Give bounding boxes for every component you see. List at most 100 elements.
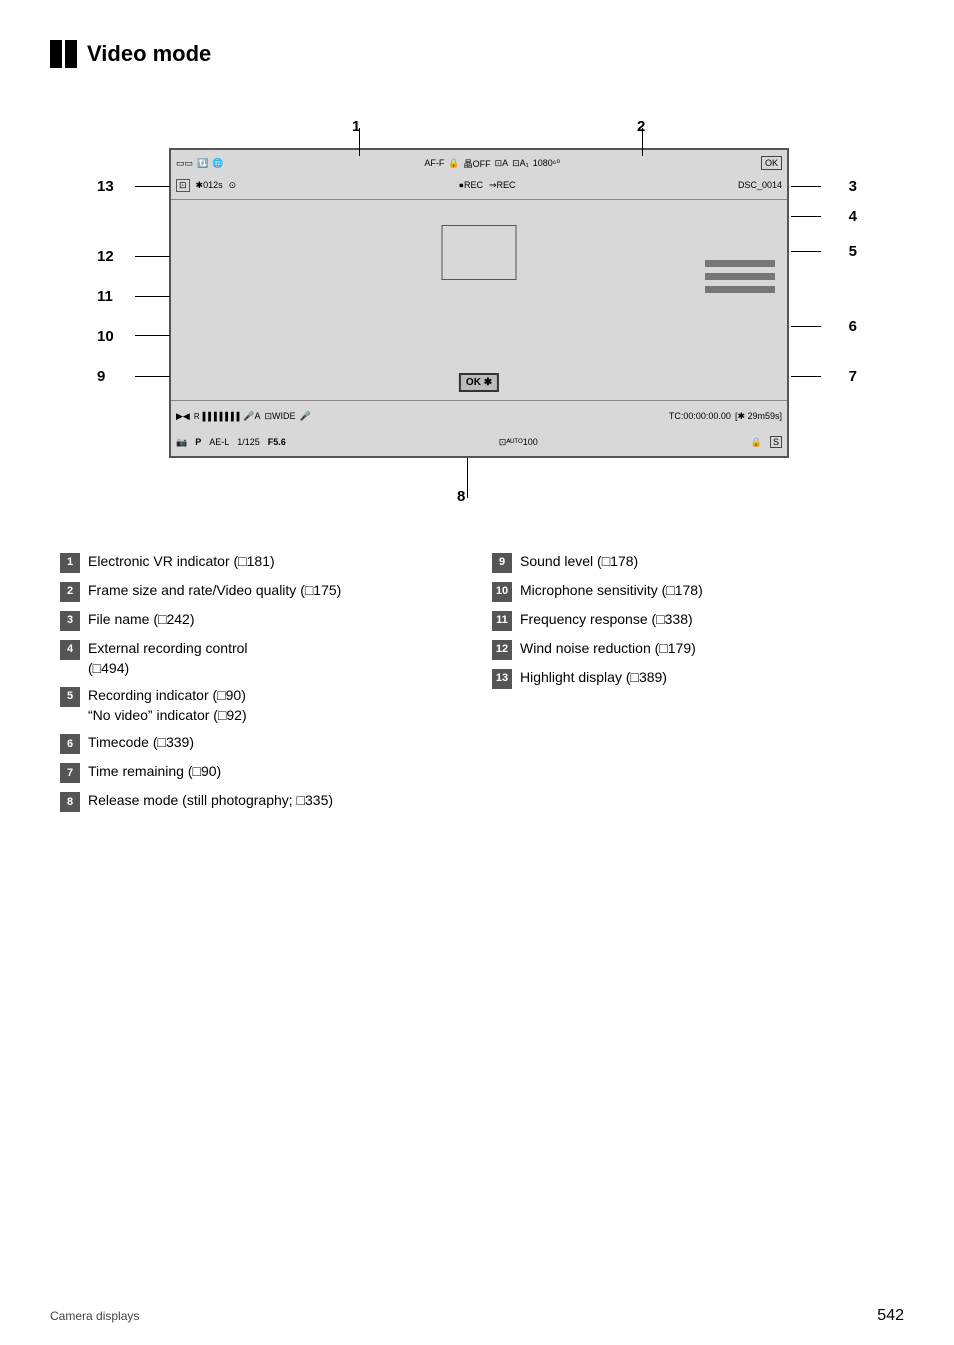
legend-item-4: 4 External recording control(□494) <box>60 635 462 682</box>
legend-item-3: 3 File name (□242) <box>60 606 462 635</box>
diag-num-4: 4 <box>849 208 857 225</box>
vf-bot-row2: 📷 P AE-L 1/125 F5.6 ⊡ᴬᵁᵀᴼ100 🔒 S <box>176 429 782 455</box>
conn-11 <box>135 296 170 297</box>
vf-top-bar: ▭▭ 🔃 🌐 AF-F 🔒 晶OFF ⊡A ⊡A₁ 1080⁶⁰ OK ⊡ ✱0… <box>171 150 787 200</box>
conn-7 <box>791 376 821 377</box>
vf-mode2: ⊡A <box>495 158 509 169</box>
legend-left-col: 1 Electronic VR indicator (□181) 2 Frame… <box>60 548 462 816</box>
vf-card: S <box>770 436 782 448</box>
legend-text-3: File name (□242) <box>88 610 195 630</box>
legend-num-13: 13 <box>492 669 512 689</box>
legend-item-12: 12 Wind noise reduction (□179) <box>492 635 894 664</box>
title-icon <box>50 40 77 68</box>
diag-num-10: 10 <box>97 328 114 345</box>
page: Video mode ▭▭ 🔃 🌐 AF-F 🔒 晶OFF ⊡A ⊡A₁ 108… <box>0 0 954 856</box>
diag-num-5: 5 <box>849 243 857 260</box>
level-bar-3 <box>705 286 775 293</box>
legend-right-col: 9 Sound level (□178) 10 Microphone sensi… <box>492 548 894 816</box>
vf-aperture: F5.6 <box>268 437 286 447</box>
footer-label: Camera displays <box>50 1309 139 1323</box>
legend-text-4: External recording control(□494) <box>88 639 248 678</box>
legend-text-10: Microphone sensitivity (□178) <box>520 581 703 601</box>
vf-pmode: P <box>195 437 201 447</box>
diag-num-8: 8 <box>457 488 465 505</box>
legend: 1 Electronic VR indicator (□181) 2 Frame… <box>50 548 904 816</box>
diag-num-3: 3 <box>849 178 857 195</box>
legend-num-10: 10 <box>492 582 512 602</box>
vf-timecode: TC:00:00:00.00 <box>669 411 731 421</box>
conn-1-vv <box>359 128 360 150</box>
conn-12 <box>135 256 170 257</box>
legend-num-4: 4 <box>60 640 80 660</box>
vf-afmode: AF-F <box>424 158 444 168</box>
vf-battery: ▭▭ <box>176 158 193 169</box>
legend-text-2: Frame size and rate/Video quality (□175) <box>88 581 341 601</box>
legend-item-6: 6 Timecode (□339) <box>60 729 462 758</box>
vf-filename: DSC_0014 <box>738 180 782 190</box>
legend-text-1: Electronic VR indicator (□181) <box>88 552 275 572</box>
vf-relmode: 🔒 <box>751 437 762 448</box>
legend-num-11: 11 <box>492 611 512 631</box>
vf-remaining: [✱ 29m59s] <box>735 411 782 422</box>
conn-13 <box>135 186 170 187</box>
focus-rect <box>442 225 517 280</box>
vf-center: OK ✱ <box>171 200 787 400</box>
vf-mic: 🎤A <box>243 411 260 422</box>
legend-num-7: 7 <box>60 763 80 783</box>
footer: Camera displays 542 <box>0 1307 954 1325</box>
legend-num-12: 12 <box>492 640 512 660</box>
conn-5 <box>791 251 821 252</box>
diag-num-11: 11 <box>97 288 113 305</box>
conn-6 <box>791 326 821 327</box>
legend-text-9: Sound level (□178) <box>520 552 638 572</box>
conn-4 <box>791 216 821 217</box>
vf-res: 1080⁶⁰ <box>533 158 560 169</box>
page-title: Video mode <box>87 41 211 67</box>
level-bar-1 <box>705 260 775 267</box>
legend-item-9: 9 Sound level (□178) <box>492 548 894 577</box>
vf-timer: ✱012s <box>196 180 223 191</box>
conn-3 <box>791 186 821 187</box>
legend-item-1: 1 Electronic VR indicator (□181) <box>60 548 462 577</box>
legend-text-5: Recording indicator (□90)“No video” indi… <box>88 686 247 725</box>
legend-text-7: Time remaining (□90) <box>88 762 221 782</box>
vf-mic2: 🎤 <box>300 411 311 422</box>
legend-item-13: 13 Highlight display (□389) <box>492 664 894 693</box>
legend-item-8: 8 Release mode (still photography; □335) <box>60 787 462 816</box>
legend-num-3: 3 <box>60 611 80 631</box>
vf-mode1: 晶OFF <box>464 157 491 170</box>
legend-text-8: Release mode (still photography; □335) <box>88 791 333 811</box>
legend-item-5: 5 Recording indicator (□90)“No video” in… <box>60 682 462 729</box>
vf-rec2: ⇒REC <box>489 180 516 191</box>
vf-icon1: ⊡ <box>176 179 190 192</box>
legend-num-6: 6 <box>60 734 80 754</box>
vf-signal: 🔃 <box>197 158 208 169</box>
viewfinder: ▭▭ 🔃 🌐 AF-F 🔒 晶OFF ⊡A ⊡A₁ 1080⁶⁰ OK ⊡ ✱0… <box>169 148 789 458</box>
level-bar-2 <box>705 273 775 280</box>
vf-ael: AE-L <box>209 437 229 447</box>
vf-box: OK <box>761 156 782 170</box>
vf-mode3: ⊡A₁ <box>512 158 529 169</box>
page-title-section: Video mode <box>50 40 904 68</box>
vf-play: ▶◀ <box>176 411 190 422</box>
legend-item-2: 2 Frame size and rate/Video quality (□17… <box>60 577 462 606</box>
vf-bot-row1: ▶◀ R▐▐▐▐▐▐▐ 🎤A ⊡WIDE 🎤 TC:00:00:00.00 [✱… <box>176 403 782 429</box>
vf-top-row2: ⊡ ✱012s ⊙ ●REC ⇒REC DSC_0014 <box>176 174 782 196</box>
conn-8-v <box>467 458 468 498</box>
conn-10 <box>135 335 170 336</box>
conn-9 <box>135 376 170 377</box>
vf-rec1: ●REC <box>459 180 483 190</box>
legend-num-2: 2 <box>60 582 80 602</box>
ok-box: OK ✱ <box>459 373 499 392</box>
legend-text-12: Wind noise reduction (□179) <box>520 639 696 659</box>
diag-num-13: 13 <box>97 178 114 195</box>
vf-iso: ⊡ᴬᵁᵀᴼ100 <box>499 437 538 448</box>
vf-cam: 📷 <box>176 437 187 448</box>
vf-wide: ⊡WIDE <box>265 411 296 422</box>
diagram: ▭▭ 🔃 🌐 AF-F 🔒 晶OFF ⊡A ⊡A₁ 1080⁶⁰ OK ⊡ ✱0… <box>87 98 867 528</box>
legend-num-8: 8 <box>60 792 80 812</box>
level-bars <box>705 260 775 335</box>
legend-num-5: 5 <box>60 687 80 707</box>
legend-item-7: 7 Time remaining (□90) <box>60 758 462 787</box>
legend-text-6: Timecode (□339) <box>88 733 194 753</box>
